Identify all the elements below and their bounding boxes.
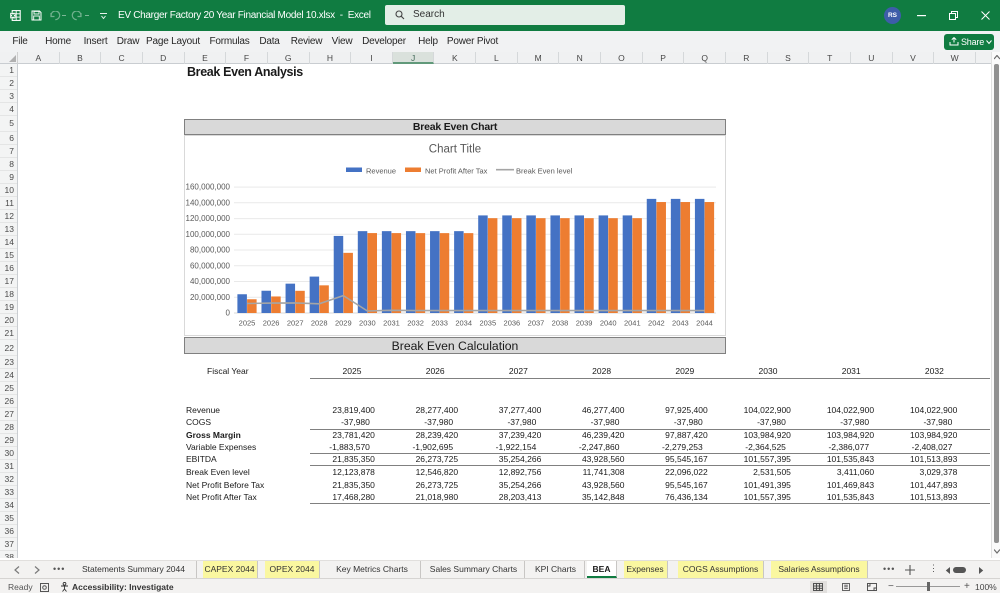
svg-text:2028: 2028 — [311, 319, 328, 328]
svg-text:2034: 2034 — [455, 319, 472, 328]
svg-text:2029: 2029 — [335, 319, 352, 328]
svg-text:140,000,000: 140,000,000 — [186, 198, 231, 207]
svg-text:80,000,000: 80,000,000 — [190, 246, 231, 255]
svg-text:2042: 2042 — [648, 319, 665, 328]
svg-text:2025: 2025 — [239, 319, 256, 328]
svg-text:2043: 2043 — [672, 319, 689, 328]
svg-text:2032: 2032 — [407, 319, 424, 328]
svg-text:2031: 2031 — [383, 319, 400, 328]
svg-text:40,000,000: 40,000,000 — [190, 277, 231, 286]
svg-text:2030: 2030 — [359, 319, 376, 328]
svg-text:160,000,000: 160,000,000 — [186, 183, 231, 192]
svg-text:2044: 2044 — [696, 319, 713, 328]
svg-text:120,000,000: 120,000,000 — [186, 214, 231, 223]
svg-text:2036: 2036 — [504, 319, 521, 328]
svg-text:2026: 2026 — [263, 319, 280, 328]
svg-text:Net Profit After Tax: Net Profit After Tax — [425, 167, 488, 176]
svg-text:2040: 2040 — [600, 319, 617, 328]
svg-text:100,000,000: 100,000,000 — [186, 230, 231, 239]
svg-text:2037: 2037 — [528, 319, 545, 328]
svg-text:2035: 2035 — [479, 319, 496, 328]
svg-text:2041: 2041 — [624, 319, 641, 328]
svg-text:Break Even level: Break Even level — [516, 167, 573, 176]
svg-text:0: 0 — [226, 309, 231, 318]
svg-text:Revenue: Revenue — [366, 167, 396, 176]
svg-text:2033: 2033 — [431, 319, 448, 328]
svg-text:20,000,000: 20,000,000 — [190, 293, 231, 302]
svg-text:60,000,000: 60,000,000 — [190, 261, 231, 270]
svg-text:2027: 2027 — [287, 319, 304, 328]
svg-text:2039: 2039 — [576, 319, 593, 328]
svg-text:Chart Title: Chart Title — [429, 144, 481, 156]
svg-text:2038: 2038 — [552, 319, 569, 328]
